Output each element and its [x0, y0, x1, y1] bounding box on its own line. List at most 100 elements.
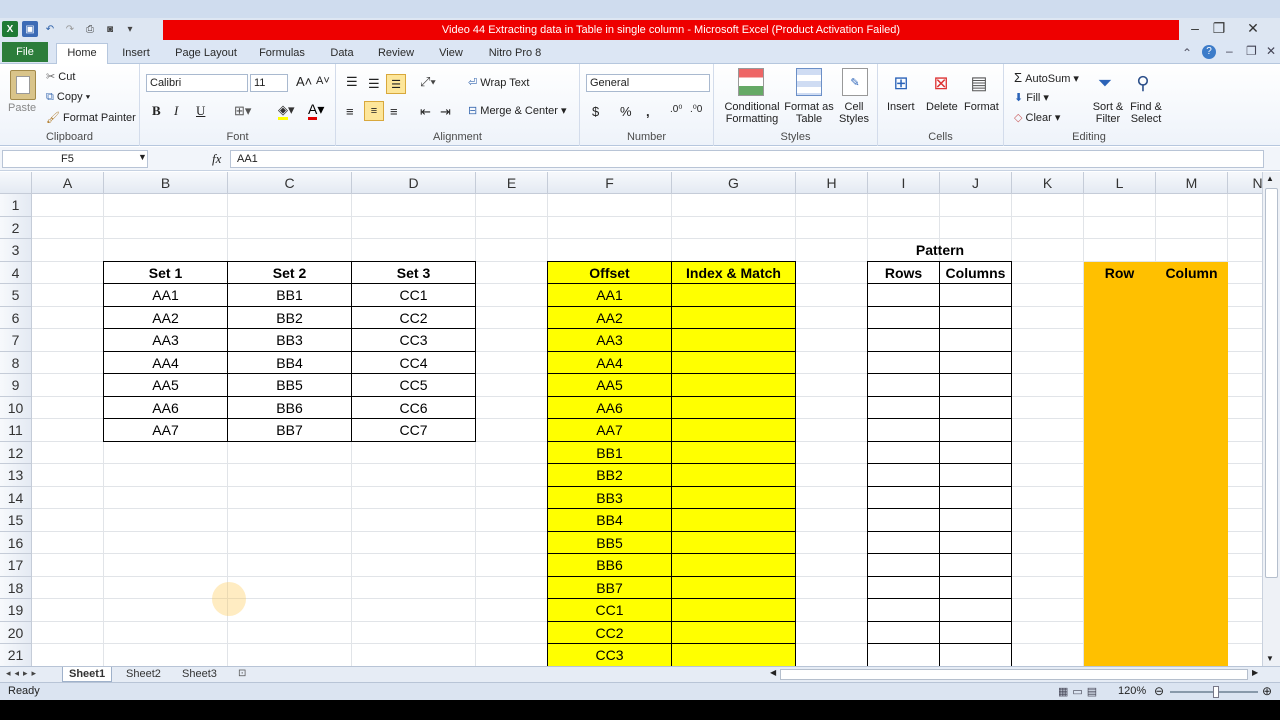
offset-cell[interactable]: CC1	[548, 599, 672, 622]
columns-cell[interactable]	[940, 644, 1012, 666]
grid-cell[interactable]	[796, 554, 868, 577]
grid-cell[interactable]	[1084, 194, 1156, 217]
increase-indent-icon[interactable]: ⇥	[440, 104, 451, 120]
grid-cell[interactable]	[1228, 599, 1262, 622]
column-value-cell[interactable]	[1156, 576, 1228, 599]
grid-cell[interactable]	[352, 216, 476, 239]
grid-cell[interactable]	[796, 194, 868, 217]
columns-cell[interactable]	[940, 396, 1012, 419]
index-match-cell[interactable]	[672, 509, 796, 532]
row-value-cell[interactable]	[1084, 441, 1156, 464]
grid-cell[interactable]	[1012, 194, 1084, 217]
grid-cell[interactable]	[32, 306, 104, 329]
row-value-cell[interactable]	[1084, 419, 1156, 442]
grid-cell[interactable]	[32, 464, 104, 487]
grid-cell[interactable]	[1228, 352, 1262, 374]
table1-cell[interactable]: BB7	[228, 419, 352, 442]
row-header[interactable]: 1	[0, 194, 32, 217]
grid-cell[interactable]	[1012, 306, 1084, 329]
index-match-cell[interactable]	[672, 621, 796, 644]
offset-cell[interactable]: BB2	[548, 464, 672, 487]
grid-cell[interactable]	[1012, 531, 1084, 554]
grid-cell[interactable]	[1228, 509, 1262, 532]
fill-color-icon[interactable]: ◈▾	[278, 102, 295, 120]
grid-cell[interactable]	[1228, 374, 1262, 397]
table1-cell[interactable]: AA3	[104, 329, 228, 352]
table1-cell[interactable]: BB2	[228, 306, 352, 329]
tab-data[interactable]: Data	[322, 44, 362, 64]
percent-button[interactable]: %	[620, 104, 632, 119]
grid-cell[interactable]	[1012, 621, 1084, 644]
rows-cell[interactable]	[868, 306, 940, 329]
grid-cell[interactable]	[868, 194, 940, 217]
columns-cell[interactable]	[940, 374, 1012, 397]
grid-cell[interactable]	[32, 441, 104, 464]
grid-cell[interactable]	[104, 239, 228, 262]
grid-cell[interactable]	[476, 351, 548, 374]
format-cells-icon[interactable]: ▤	[966, 70, 992, 96]
align-right-icon[interactable]: ≡	[390, 104, 398, 119]
align-center-icon[interactable]: ≡	[364, 101, 384, 121]
close-icon[interactable]: ✕	[1240, 20, 1266, 36]
offset-cell[interactable]: AA4	[548, 351, 672, 374]
grid-cell[interactable]	[352, 194, 476, 217]
table1-header[interactable]: Set 1	[104, 261, 228, 284]
table1-header[interactable]: Set 2	[228, 261, 352, 284]
scroll-right-icon[interactable]: ▶	[1252, 668, 1258, 677]
conditional-formatting-button[interactable]: Conditional Formatting	[720, 101, 784, 125]
grid-cell[interactable]	[32, 351, 104, 374]
row-header[interactable]: 17	[0, 554, 32, 577]
table1-cell[interactable]: BB5	[228, 374, 352, 397]
grid-cell[interactable]	[1012, 644, 1084, 666]
worksheet-grid[interactable]: A B C D E F G H I J K L M N 1 2 3 4 5 6 7 8 9 10 11 12 13 14 15 16 17 1…	[0, 172, 1262, 666]
grid-cell[interactable]	[476, 486, 548, 509]
table1-cell[interactable]: CC3	[352, 329, 476, 352]
offset-cell[interactable]: CC2	[548, 621, 672, 644]
autosum-button[interactable]: Σ AutoSum ▾	[1014, 70, 1079, 85]
table1-cell[interactable]: CC4	[352, 351, 476, 374]
grid-cell[interactable]	[32, 239, 104, 262]
row-value-cell[interactable]	[1084, 576, 1156, 599]
grid-cell[interactable]	[228, 621, 352, 644]
restore-icon[interactable]: ❐	[1206, 20, 1232, 36]
row-header-cell[interactable]: Row	[1084, 261, 1156, 284]
grid-cell[interactable]	[32, 261, 104, 284]
grid-cell[interactable]	[32, 216, 104, 239]
grid-cell[interactable]	[796, 216, 868, 239]
row-value-cell[interactable]	[1084, 644, 1156, 666]
columns-cell[interactable]	[940, 486, 1012, 509]
row-header[interactable]: 11	[0, 419, 32, 442]
columns-cell[interactable]	[940, 464, 1012, 487]
row-value-cell[interactable]	[1084, 329, 1156, 352]
grid-cell[interactable]	[476, 599, 548, 622]
grid-cell[interactable]	[1012, 599, 1084, 622]
index-match-cell[interactable]	[672, 464, 796, 487]
grid-cell[interactable]	[940, 194, 1012, 217]
columns-cell[interactable]	[940, 351, 1012, 374]
index-match-cell[interactable]	[672, 599, 796, 622]
grid-cell[interactable]	[796, 531, 868, 554]
grid-cell[interactable]	[352, 554, 476, 577]
column-header[interactable]: N	[1228, 172, 1262, 194]
row-header[interactable]: 4	[0, 261, 32, 284]
index-match-cell[interactable]	[672, 554, 796, 577]
grid-cell[interactable]	[796, 306, 868, 329]
bold-button[interactable]: B	[152, 103, 161, 119]
column-value-cell[interactable]	[1156, 644, 1228, 666]
row-value-cell[interactable]	[1084, 486, 1156, 509]
rows-cell[interactable]	[868, 486, 940, 509]
conditional-formatting-icon[interactable]	[738, 68, 764, 96]
column-value-cell[interactable]	[1156, 509, 1228, 532]
grid-cell[interactable]	[352, 531, 476, 554]
paste-icon[interactable]	[10, 70, 36, 100]
grid-cell[interactable]	[1156, 216, 1228, 239]
zoom-slider-thumb[interactable]	[1213, 686, 1219, 698]
orientation-icon[interactable]: ⤢▾	[420, 74, 436, 90]
columns-cell[interactable]	[940, 531, 1012, 554]
select-all-corner[interactable]	[0, 172, 32, 194]
grid-cell[interactable]	[352, 441, 476, 464]
tab-formulas[interactable]: Formulas	[252, 44, 312, 64]
grid-cell[interactable]	[796, 486, 868, 509]
scroll-left-icon[interactable]: ◀	[770, 668, 776, 677]
align-left-icon[interactable]: ≡	[346, 104, 354, 119]
